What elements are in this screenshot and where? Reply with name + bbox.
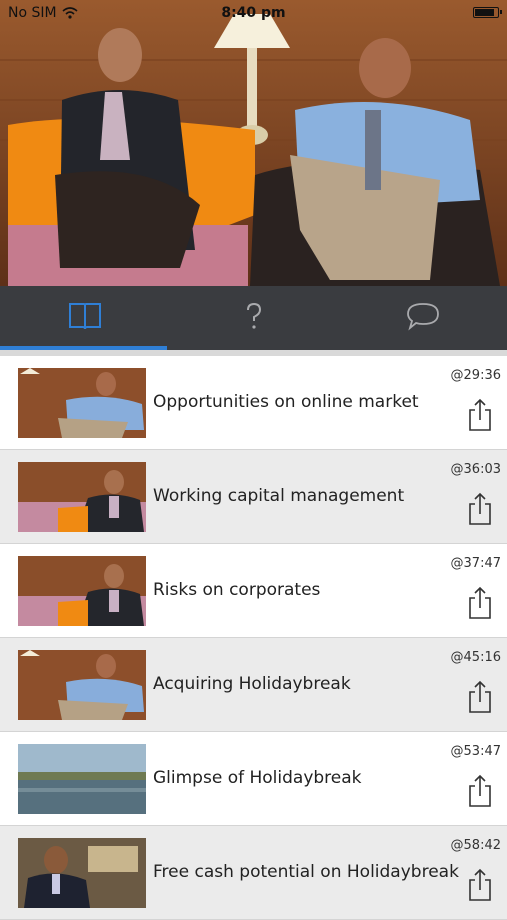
chapter-list[interactable]: Opportunities on online market @29:36 Work… (0, 356, 507, 920)
share-icon (469, 398, 491, 431)
chapter-timestamp: @36:03 (450, 462, 501, 477)
chapter-thumbnail[interactable] (18, 556, 146, 626)
share-button[interactable] (467, 398, 493, 432)
chapter-thumbnail[interactable] (18, 650, 146, 720)
share-icon (469, 868, 491, 901)
battery-icon (473, 7, 502, 18)
clock: 8:40 pm (221, 5, 286, 21)
share-button[interactable] (467, 680, 493, 714)
chapter-title[interactable]: Free cash potential on Holidaybreak (153, 862, 459, 882)
chapter-thumbnail[interactable] (18, 838, 146, 908)
share-button[interactable] (467, 868, 493, 902)
video-frame (0, 0, 507, 286)
chapter-title[interactable]: Opportunities on online market (153, 392, 419, 412)
chapter-timestamp: @53:47 (450, 744, 501, 759)
chapter-thumbnail[interactable] (18, 462, 146, 532)
thumbnail-image (18, 744, 146, 814)
chapter-thumbnail[interactable] (18, 744, 146, 814)
chapter-row[interactable]: Opportunities on online market @29:36 (0, 356, 507, 450)
chapter-title[interactable]: Acquiring Holidaybreak (153, 674, 351, 694)
share-icon (469, 680, 491, 713)
share-button[interactable] (467, 774, 493, 808)
tab-bar (0, 286, 507, 350)
thumbnail-image (18, 838, 146, 908)
share-button[interactable] (467, 492, 493, 526)
tab-comments[interactable] (338, 286, 507, 346)
chapter-row[interactable]: Working capital management @36:03 (0, 450, 507, 544)
thumbnail-image (18, 462, 146, 532)
tab-chapters[interactable] (0, 286, 169, 346)
chapter-title[interactable]: Risks on corporates (153, 580, 320, 600)
chapter-timestamp: @45:16 (450, 650, 501, 665)
chapter-title[interactable]: Working capital management (153, 486, 404, 506)
chapter-title[interactable]: Glimpse of Holidaybreak (153, 768, 362, 788)
chapter-timestamp: @29:36 (450, 368, 501, 383)
question-icon (246, 302, 261, 329)
speech-bubble-icon (406, 303, 439, 331)
chapter-thumbnail[interactable] (18, 368, 146, 438)
chapter-row[interactable]: Acquiring Holidaybreak @45:16 (0, 638, 507, 732)
thumbnail-image (18, 556, 146, 626)
chapter-row[interactable]: Glimpse of Holidaybreak @53:47 (0, 732, 507, 826)
share-icon (469, 492, 491, 525)
book-icon (68, 303, 101, 330)
share-icon (469, 774, 491, 807)
tab-questions[interactable] (169, 286, 338, 346)
chapter-row[interactable]: Risks on corporates @37:47 (0, 544, 507, 638)
thumbnail-image (18, 650, 146, 720)
chapter-timestamp: @37:47 (450, 556, 501, 571)
share-icon (469, 586, 491, 619)
status-bar: No SIM 8:40 pm (0, 0, 507, 26)
share-button[interactable] (467, 586, 493, 620)
chapter-row[interactable]: Free cash potential on Holidaybreak @58:4… (0, 826, 507, 920)
thumbnail-image (18, 368, 146, 438)
chapter-timestamp: @58:42 (450, 838, 501, 853)
video-player[interactable]: No SIM 8:40 pm (0, 0, 507, 286)
